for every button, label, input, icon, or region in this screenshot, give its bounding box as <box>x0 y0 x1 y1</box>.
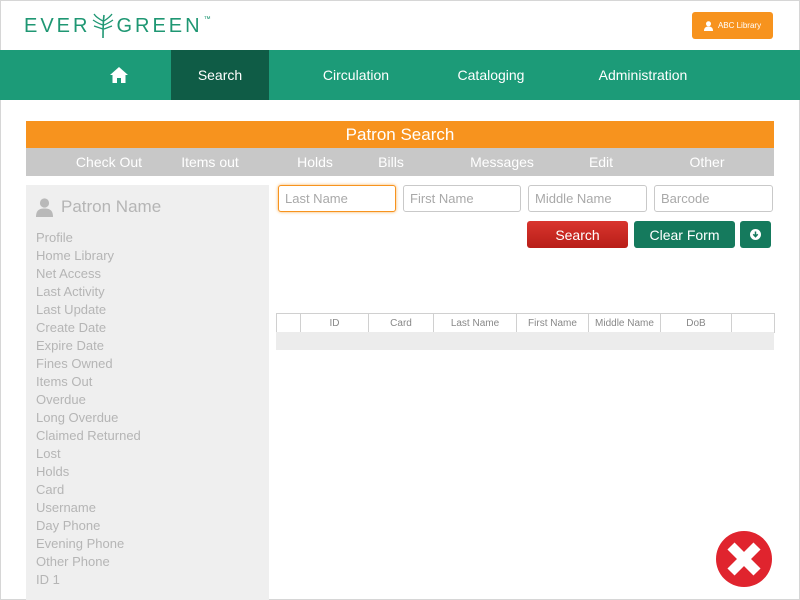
library-button[interactable]: ABC Library <box>692 12 773 39</box>
field-items-out: Items Out <box>36 374 93 389</box>
patron-name-label: Patron Name <box>61 197 162 216</box>
column-extra <box>731 313 775 333</box>
top-nav: Search Circulation Cataloging Administra… <box>0 50 800 100</box>
field-evening-phone: Evening Phone <box>36 536 125 551</box>
results-table: ID Card Last Name First Name Middle Name… <box>276 313 775 333</box>
column-first-name[interactable]: First Name <box>516 313 589 333</box>
nav-cataloging[interactable]: Cataloging <box>440 50 542 100</box>
tab-check-out[interactable]: Check Out <box>66 148 152 176</box>
tab-holds[interactable]: Holds <box>288 148 342 176</box>
patron-field-list: Profile Home Library Net Access Last Act… <box>36 229 141 589</box>
field-other-phone: Other Phone <box>36 554 110 569</box>
field-claimed-returned: Claimed Returned <box>36 428 141 443</box>
logo-text-left: EVER <box>24 14 91 37</box>
field-card: Card <box>36 482 65 497</box>
clear-form-button[interactable]: Clear Form <box>634 221 735 248</box>
tab-messages[interactable]: Messages <box>462 148 542 176</box>
field-last-update: Last Update <box>36 302 107 317</box>
field-overdue: Overdue <box>36 392 86 407</box>
person-icon <box>36 197 53 217</box>
user-icon <box>703 20 713 31</box>
column-last-name[interactable]: Last Name <box>433 313 517 333</box>
patron-summary-panel: Patron Name Profile Home Library Net Acc… <box>26 185 269 600</box>
field-profile: Profile <box>36 230 73 245</box>
nav-search[interactable]: Search <box>171 50 269 100</box>
column-id[interactable]: ID <box>300 313 369 333</box>
field-lost: Lost <box>36 446 61 461</box>
field-home-library: Home Library <box>36 248 115 263</box>
field-last-activity: Last Activity <box>36 284 105 299</box>
results-header-row: ID Card Last Name First Name Middle Name… <box>276 313 775 333</box>
evergreen-logo: EVER GREEN ™ <box>24 10 211 42</box>
library-button-label: ABC Library <box>717 21 762 30</box>
logo-text-right: GREEN <box>116 14 203 37</box>
column-card[interactable]: Card <box>368 313 434 333</box>
circle-arrow-down-icon <box>750 229 761 240</box>
nav-administration[interactable]: Administration <box>580 50 706 100</box>
field-net-access: Net Access <box>36 266 102 281</box>
home-icon <box>110 67 128 83</box>
nav-home[interactable] <box>95 50 143 100</box>
field-long-overdue: Long Overdue <box>36 410 119 425</box>
field-create-date: Create Date <box>36 320 107 335</box>
results-empty-row <box>276 332 774 350</box>
last-name-input[interactable] <box>278 185 396 212</box>
middle-name-input[interactable] <box>528 185 647 212</box>
tab-items-out[interactable]: Items out <box>172 148 248 176</box>
tab-other[interactable]: Other <box>682 148 732 176</box>
first-name-input[interactable] <box>403 185 521 212</box>
nav-circulation[interactable]: Circulation <box>300 50 412 100</box>
leaf-icon <box>93 13 114 39</box>
field-expire-date: Expire Date <box>36 338 104 353</box>
search-button[interactable]: Search <box>527 221 628 248</box>
patron-search-title: Patron Search <box>26 121 774 148</box>
patron-name-heading: Patron Name <box>36 197 161 217</box>
trademark-symbol: ™ <box>203 15 211 23</box>
tab-bills[interactable]: Bills <box>370 148 412 176</box>
column-dob[interactable]: DoB <box>660 313 732 333</box>
field-fines-owned: Fines Owned <box>36 356 113 371</box>
close-icon[interactable] <box>715 530 773 588</box>
column-middle-name[interactable]: Middle Name <box>588 313 661 333</box>
tab-edit[interactable]: Edit <box>582 148 620 176</box>
field-holds: Holds <box>36 464 70 479</box>
patron-subnav: Check Out Items out Holds Bills Messages… <box>26 148 774 176</box>
more-options-button[interactable] <box>740 221 771 248</box>
field-username: Username <box>36 500 96 515</box>
field-id-1: ID 1 <box>36 572 60 587</box>
field-day-phone: Day Phone <box>36 518 101 533</box>
barcode-input[interactable] <box>654 185 773 212</box>
column-select[interactable] <box>276 313 301 333</box>
